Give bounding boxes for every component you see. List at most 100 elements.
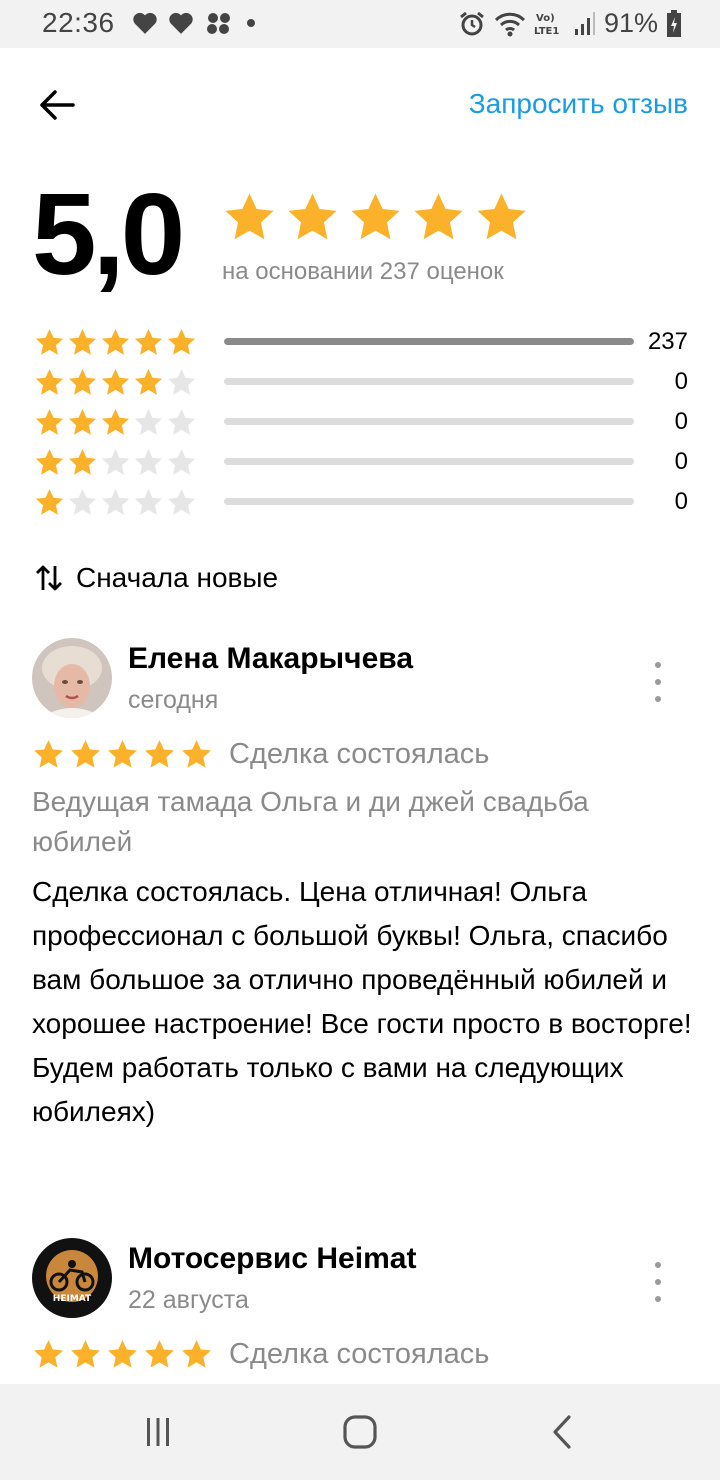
status-system-icons: Vo) LTE1 91% [458, 8, 682, 39]
star-filled-icon [68, 328, 97, 355]
status-notification-icons [132, 10, 258, 36]
star-filled-icon [34, 740, 63, 768]
dot-icon [655, 662, 661, 668]
distribution-count: 0 [674, 368, 688, 395]
star-filled-icon [134, 328, 163, 355]
review-text: Сделка состоялась. Цена отличная! Ольга … [32, 876, 692, 1127]
star-filled-icon [167, 328, 196, 355]
star-filled-icon [71, 1340, 100, 1368]
distribution-stars [34, 487, 204, 518]
star-empty-icon [134, 488, 163, 515]
distribution-bar [224, 458, 634, 465]
status-time: 22:36 [42, 7, 115, 38]
star-filled-icon [35, 368, 64, 395]
distribution-bar [224, 378, 634, 385]
deal-status: Сделка состоялась [229, 1338, 490, 1370]
star-filled-icon [182, 740, 211, 768]
star-filled-icon [101, 328, 130, 355]
avatar[interactable] [32, 638, 112, 718]
system-nav-bar [0, 1384, 720, 1480]
star-empty-icon [167, 368, 196, 395]
star-empty-icon [101, 488, 130, 515]
alarm-icon [460, 11, 484, 35]
star-filled-icon [351, 193, 400, 240]
status-bar: 22:36 Vo) LTE1 91% [0, 0, 720, 48]
star-filled-icon [108, 1340, 137, 1368]
star-filled-icon [35, 408, 64, 435]
rating-score: 5,0 [32, 169, 185, 299]
more-options-button[interactable] [648, 662, 668, 702]
star-filled-icon [182, 1340, 211, 1368]
paw-icon [207, 13, 230, 34]
star-filled-icon [68, 368, 97, 395]
lte-icon: Vo) LTE1 [534, 13, 559, 37]
star-empty-icon [68, 488, 97, 515]
distribution-row-5: 237 [34, 322, 688, 362]
distribution-row-1: 0 [34, 482, 688, 522]
distribution-stars [34, 407, 204, 438]
dot-icon [655, 1296, 661, 1302]
avatar[interactable]: HEIMAT [32, 1238, 112, 1318]
star-filled-icon [35, 448, 64, 475]
back-nav-button[interactable] [542, 1412, 582, 1452]
star-empty-icon [167, 408, 196, 435]
heart-icon [169, 12, 193, 34]
star-empty-icon [167, 448, 196, 475]
distribution-count: 0 [674, 408, 688, 435]
deal-status: Сделка состоялась [229, 738, 490, 770]
dot-icon [655, 696, 661, 702]
home-icon [343, 1415, 377, 1449]
recent-apps-button[interactable] [138, 1412, 178, 1452]
author-name: Мотосервис Heimat [128, 1242, 417, 1275]
dot-icon [655, 1262, 661, 1268]
star-filled-icon [101, 408, 130, 435]
review-stars [32, 1338, 213, 1371]
distribution-count: 237 [647, 328, 688, 355]
heart-icon [133, 12, 157, 34]
star-filled-icon [145, 740, 174, 768]
star-filled-icon [35, 488, 64, 515]
recent-apps-icon [147, 1418, 169, 1446]
distribution-bar [224, 498, 634, 505]
star-filled-icon [145, 1340, 174, 1368]
distribution-row-2: 0 [34, 442, 688, 482]
request-review-link[interactable]: Запросить отзыв [469, 88, 688, 120]
star-empty-icon [134, 448, 163, 475]
distribution-stars [34, 367, 204, 398]
svg-text:Vo): Vo) [536, 13, 555, 24]
star-empty-icon [167, 488, 196, 515]
star-filled-icon [225, 193, 274, 240]
avatar-logo-text: HEIMAT [53, 1294, 92, 1304]
home-button[interactable] [340, 1412, 380, 1452]
back-button[interactable] [32, 80, 82, 130]
star-filled-icon [414, 193, 463, 240]
sort-label: Сначала новые [76, 562, 279, 593]
star-filled-icon [35, 328, 64, 355]
distribution-stars [34, 327, 204, 358]
review-date: 22 августа [128, 1286, 249, 1314]
review-stars [32, 738, 213, 771]
star-filled-icon [68, 408, 97, 435]
star-filled-icon [34, 1340, 63, 1368]
wifi-icon [494, 12, 526, 36]
star-filled-icon [108, 740, 137, 768]
arrow-left-icon [40, 90, 75, 120]
review-card: HEIMAT Мотосервис Heimat 22 августа Сдел… [32, 1238, 692, 1384]
svg-text:LTE1: LTE1 [534, 26, 559, 37]
distribution-count: 0 [674, 448, 688, 475]
star-empty-icon [134, 408, 163, 435]
author-name: Елена Макарычева [128, 642, 414, 675]
back-nav-icon [553, 1415, 571, 1449]
more-options-button[interactable] [648, 1262, 668, 1302]
review-card: Елена Макарычева сегодня Сделка состояла… [32, 638, 692, 1178]
rating-stars [222, 190, 529, 245]
review-rating: Сделка состоялась [32, 738, 489, 771]
review-date: сегодня [128, 686, 219, 714]
sort-button[interactable]: Сначала новые [34, 562, 278, 594]
star-filled-icon [101, 368, 130, 395]
battery-icon [667, 9, 681, 37]
battery-percent: 91% [603, 8, 658, 38]
star-filled-icon [288, 193, 337, 240]
dot-icon [655, 1279, 661, 1285]
rating-distribution: 237 0 0 0 0 [34, 322, 688, 522]
